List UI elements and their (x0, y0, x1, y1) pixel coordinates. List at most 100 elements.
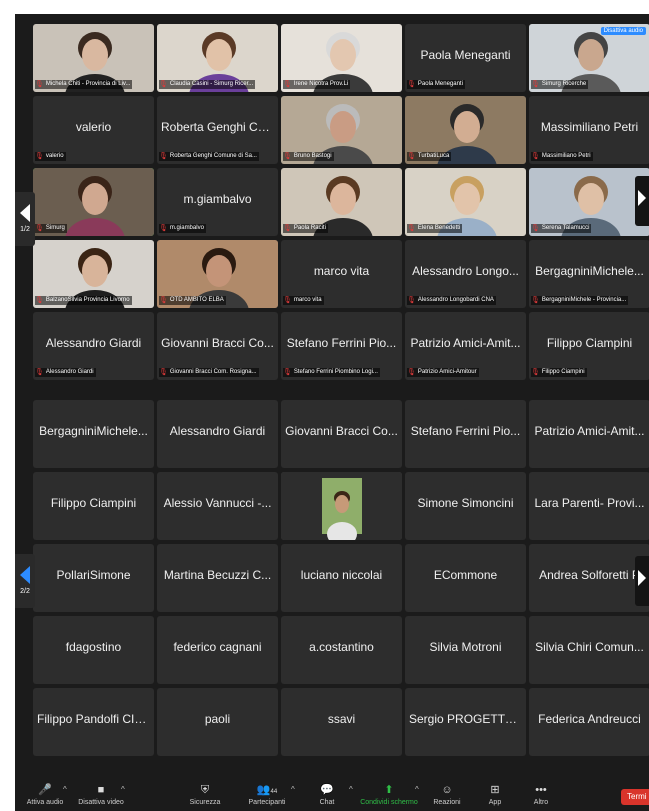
participant-tile[interactable]: 🎙 OTD AMBITO ELBA (157, 240, 278, 308)
participant-tile[interactable]: Alessandro Giardi 🎙 Alessandro Giardi (33, 312, 154, 380)
participant-tile[interactable]: m.giambalvo 🎙 m.giambalvo (157, 168, 278, 236)
audio-options-caret[interactable]: ^ (63, 785, 67, 794)
participant-label-text: Alessandro Giardi (45, 369, 94, 375)
participant-label: 🎙 Roberta Genghi Comune di Sa... (159, 152, 259, 161)
participant-tile[interactable]: paoli (157, 688, 278, 756)
next-page-button-2[interactable] (635, 556, 649, 606)
participant-tile[interactable]: Giovanni Bracci Co... (281, 400, 402, 468)
participant-tile[interactable]: BergagniniMichele... 🎙 BergagniniMichele -… (529, 240, 649, 308)
participant-tile[interactable]: Sergio PROGETTO... (405, 688, 526, 756)
participant-tile[interactable]: Paola Meneganti 🎙 Paola Meneganti (405, 24, 526, 92)
share-screen-icon: ⬆ (384, 784, 394, 796)
participant-tile[interactable]: Roberta Genghi Co... 🎙 Roberta Genghi Comu… (157, 96, 278, 164)
participant-tile[interactable]: 🎙 Michela Chiti - Provincia di Liv... (33, 24, 154, 92)
chat-button[interactable]: 💬 Chat (297, 783, 357, 806)
participant-tile[interactable]: 🎙 Simurg Ricerche Disattiva audio (529, 24, 649, 92)
participant-tile[interactable]: 🎙 Simurg (33, 168, 154, 236)
participant-tile[interactable]: Alessio Vannucci -... (157, 472, 278, 540)
participant-tile[interactable]: 🎙 Paola Raciti (281, 168, 402, 236)
microphone-muted-icon: 🎙 (531, 225, 540, 232)
participant-label: 🎙 Paola Raciti (283, 224, 328, 233)
participant-tile[interactable]: marco vita 🎙 marco vita (281, 240, 402, 308)
participant-label: 🎙 Stefano Ferrini Piombino Logi... (283, 368, 380, 377)
participant-tile[interactable]: federico cagnani (157, 616, 278, 684)
participant-tile[interactable]: Martina Becuzzi C... (157, 544, 278, 612)
participant-name: valerio (75, 120, 112, 134)
participant-name: Sergio PROGETTO... (409, 712, 522, 726)
microphone-muted-icon: 🎙 (531, 81, 540, 88)
participant-tile[interactable]: Andrea Solforetti P (529, 544, 649, 612)
participant-tile[interactable]: ECommone (405, 544, 526, 612)
participant-tile[interactable]: BergagniniMichele... (33, 400, 154, 468)
participant-label-text: Paola Raciti (293, 225, 326, 231)
participant-tile[interactable]: Patrizio Amici-Amit... 🎙 Patrizio Amici-Am… (405, 312, 526, 380)
participant-label-text: valerio (45, 153, 64, 159)
participant-label-text: BergagniniMichele - Provincia... (541, 297, 627, 303)
participant-name: Silvia Motroni (429, 640, 502, 654)
participant-name: Giovanni Bracci Co... (161, 336, 274, 350)
participant-tile[interactable]: Silvia Motroni (405, 616, 526, 684)
end-meeting-button[interactable]: Termi (621, 789, 649, 805)
gallery-row: Alessandro Giardi 🎙 Alessandro Giardi Giova… (33, 312, 649, 380)
prev-page-button-2[interactable]: 2/2 (15, 554, 35, 608)
participant-tile[interactable]: Filippo Pandolfi CIL... (33, 688, 154, 756)
participant-tile[interactable]: Filippo Ciampini (33, 472, 154, 540)
gallery-row: PollariSimone Martina Becuzzi C... luciano… (33, 544, 649, 612)
microphone-muted-icon: 🎙 (283, 153, 292, 160)
chat-options-caret[interactable]: ^ (349, 785, 353, 794)
participant-tile[interactable]: Stefano Ferrini Pio... (405, 400, 526, 468)
participant-name: Alessandro Giardi (169, 424, 266, 438)
participant-label-text: Filippo Ciampini (541, 369, 585, 375)
participant-tile[interactable]: PollariSimone (33, 544, 154, 612)
participant-tile[interactable]: 🎙 Irene Nicotra Prov.Li (281, 24, 402, 92)
participant-name: federico cagnani (173, 640, 262, 654)
participants-options-caret[interactable]: ^ (291, 785, 295, 794)
participant-label: 🎙 Simurg (35, 224, 67, 233)
participant-tile[interactable]: Alessandro Giardi (157, 400, 278, 468)
participant-tile[interactable]: Simone Simoncini (405, 472, 526, 540)
participant-tile[interactable]: fdagostino (33, 616, 154, 684)
microphone-muted-icon: 🎙 (283, 297, 292, 304)
participant-tile[interactable]: 🎙 Serena Talamucci (529, 168, 649, 236)
participants-button[interactable]: 👥44 Partecipanti (237, 783, 297, 806)
participant-label: 🎙 Patrizio Amici-Amitour (407, 368, 479, 377)
next-page-button[interactable] (635, 176, 649, 226)
share-screen-button[interactable]: ⬆ Condividi schermo (359, 783, 419, 806)
participant-tile[interactable]: valerio 🎙 valerio (33, 96, 154, 164)
prev-page-button[interactable]: 1/2 (15, 192, 35, 246)
participant-tile[interactable]: Federica Andreucci (529, 688, 649, 756)
participant-label-text: Simurg (45, 225, 65, 231)
microphone-muted-icon: 🎙 (159, 369, 168, 376)
participant-tile[interactable]: Filippo Ciampini 🎙 Filippo Ciampini (529, 312, 649, 380)
participant-name: Andrea Solforetti P (539, 568, 640, 582)
participant-label-text: m.giambalvo (169, 225, 204, 231)
participant-tile[interactable]: ssavi (281, 688, 402, 756)
security-button[interactable]: ⛨ Sicurezza (175, 783, 235, 806)
participant-tile[interactable]: Silvia Chiri Comun... (529, 616, 649, 684)
participant-tile[interactable]: 🎙 TurbatiLuca (405, 96, 526, 164)
video-options-caret[interactable]: ^ (121, 785, 125, 794)
participant-tile[interactable]: 🎙 Bruno Bastogi (281, 96, 402, 164)
microphone-muted-icon: 🎙 (407, 153, 416, 160)
participant-tile[interactable]: Stefano Ferrini Pio... 🎙 Stefano Ferrini P… (281, 312, 402, 380)
participant-tile[interactable]: Massimiliano Petri 🎙 Massimiliano Petri (529, 96, 649, 164)
participant-tile[interactable]: Giovanni Bracci Co... 🎙 Giovanni Bracci Co… (157, 312, 278, 380)
more-button[interactable]: ••• Altro (511, 783, 571, 806)
participant-label: 🎙 Alessandro Giardi (35, 368, 96, 377)
participant-label-text: Claudia Casini - Simurg Ricer... (169, 81, 254, 87)
participant-tile[interactable]: a.costantino (281, 616, 402, 684)
participant-tile[interactable]: 🎙 Elena Benedetti (405, 168, 526, 236)
shield-icon: ⛨ (200, 784, 210, 796)
gallery-row: 🎙 BalzanoSilvia Provincia Livorno 🎙 OTD AMB… (33, 240, 649, 308)
participant-tile[interactable] (281, 472, 402, 540)
participant-tile[interactable]: Patrizio Amici-Amit... (529, 400, 649, 468)
participant-tile[interactable]: luciano niccolai (281, 544, 402, 612)
mute-audio-badge[interactable]: Disattiva audio (600, 27, 646, 35)
participant-tile[interactable]: 🎙 BalzanoSilvia Provincia Livorno (33, 240, 154, 308)
participant-name: Roberta Genghi Co... (161, 120, 274, 134)
participant-name: PollariSimone (56, 568, 131, 582)
participant-tile[interactable]: Lara Parenti- Provi... (529, 472, 649, 540)
participant-tile[interactable]: Alessandro Longo... 🎙 Alessandro Longobard… (405, 240, 526, 308)
participant-tile[interactable]: 🎙 Claudia Casini - Simurg Ricer... (157, 24, 278, 92)
microphone-muted-icon: 🎙 (407, 81, 416, 88)
